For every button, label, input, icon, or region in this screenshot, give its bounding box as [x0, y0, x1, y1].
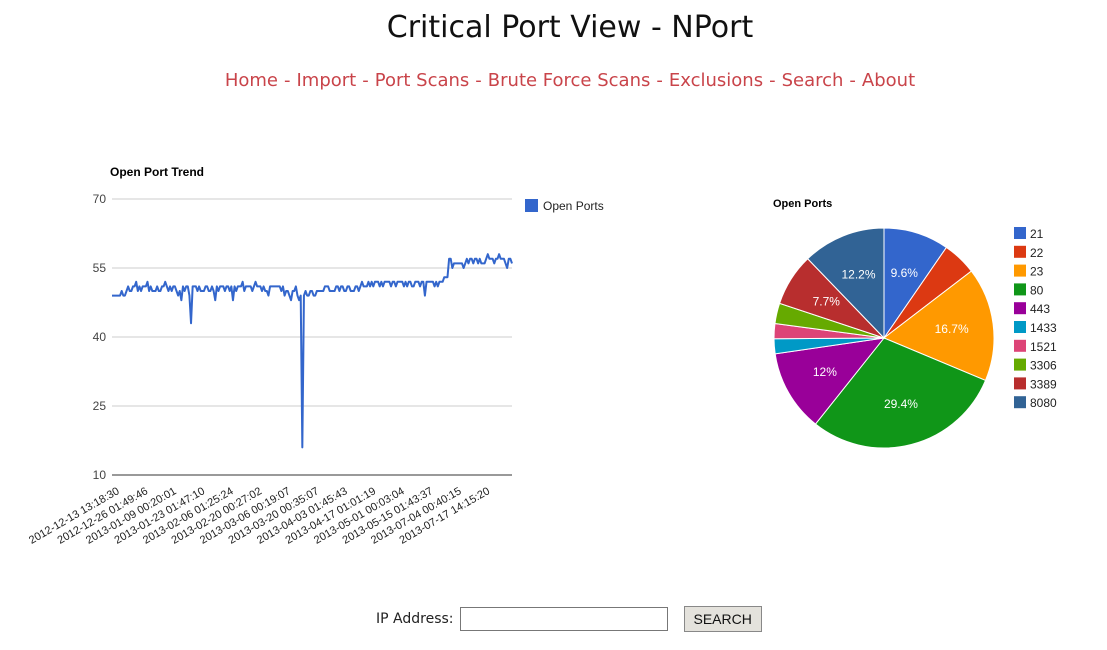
ip-address-input[interactable]: [459, 607, 668, 631]
legend-swatch-23: [1014, 264, 1026, 277]
legend-label-1521: 1521: [1030, 340, 1057, 354]
y-tick-label: 10: [93, 468, 107, 482]
pie-slice-label-8080: 12.2%: [841, 268, 875, 282]
pie-slice-label-80: 29.4%: [884, 397, 918, 411]
y-tick-label: 40: [93, 330, 107, 344]
legend-label-3306: 3306: [1030, 359, 1057, 373]
pie-slice-label-443: 12%: [813, 365, 837, 379]
y-tick-label: 55: [93, 261, 107, 275]
legend-label-open-ports: Open Ports: [543, 199, 604, 213]
nav-import[interactable]: Import: [297, 70, 357, 91]
y-tick-label: 70: [93, 192, 107, 206]
nav-separator: -: [475, 70, 482, 91]
nav-brute-force-scans[interactable]: Brute Force Scans: [488, 70, 651, 91]
page-title: Critical Port View - NPort: [386, 10, 754, 45]
legend-swatch-443: [1014, 302, 1026, 315]
nav-separator: -: [849, 70, 856, 91]
legend-swatch-1433: [1014, 321, 1026, 333]
pie-slice-label-23: 16.7%: [935, 322, 969, 336]
legend-swatch-3389: [1014, 377, 1026, 390]
pie-slice-label-3389: 7.7%: [813, 295, 841, 309]
legend-label-21: 21: [1030, 227, 1044, 241]
y-tick-label: 25: [93, 399, 107, 413]
line-chart-title: Open Port Trend: [110, 165, 204, 179]
legend-swatch-8080: [1014, 396, 1026, 409]
search-form: IP Address: SEARCH: [376, 606, 762, 632]
pie-chart-title: Open Ports: [773, 198, 832, 210]
nav-separator: -: [656, 70, 663, 91]
legend-label-80: 80: [1030, 283, 1044, 297]
legend-label-22: 22: [1030, 246, 1044, 260]
legend-label-23: 23: [1030, 265, 1044, 279]
legend-swatch-80: [1014, 283, 1026, 296]
open-ports-pie-chart: Open Ports 9.6% 16.7% 29.4% 12% 7.7%12.2% 21…: [773, 198, 1057, 449]
nav-exclusions[interactable]: Exclusions: [669, 70, 763, 91]
legend-swatch-1521: [1014, 339, 1026, 352]
open-port-trend-chart: Open Port Trend 1025405570 2012-12-13 13…: [27, 165, 604, 547]
nav-separator: -: [769, 70, 776, 91]
page: Critical Port View - NPort Home - Import - P…: [0, 0, 1107, 650]
ip-address-label: IP Address:: [376, 611, 454, 627]
nav-about[interactable]: About: [862, 70, 915, 91]
series-line-open-ports: [112, 253, 513, 449]
legend-swatch-22: [1014, 245, 1026, 258]
legend-swatch-open-ports: [525, 199, 538, 212]
main-nav: Home - Import - Port Scans - Brute Force Scans…: [0, 70, 1107, 91]
legend-swatch-3306: [1014, 358, 1026, 371]
line-legend: Open Ports: [525, 199, 604, 213]
legend-label-443: 443: [1030, 302, 1050, 316]
legend-label-3389: 3389: [1030, 377, 1057, 391]
nav-separator: -: [362, 70, 369, 91]
search-button[interactable]: SEARCH: [683, 606, 762, 632]
nav-search[interactable]: Search: [782, 70, 844, 91]
legend-label-8080: 8080: [1030, 396, 1057, 410]
legend-label-1433: 1433: [1030, 321, 1057, 335]
nav-separator: -: [284, 70, 291, 91]
pie-slice-label-21: 9.6%: [891, 266, 919, 280]
legend-swatch-21: [1014, 227, 1026, 239]
nav-port-scans[interactable]: Port Scans: [375, 70, 470, 91]
nav-home[interactable]: Home: [225, 70, 278, 91]
